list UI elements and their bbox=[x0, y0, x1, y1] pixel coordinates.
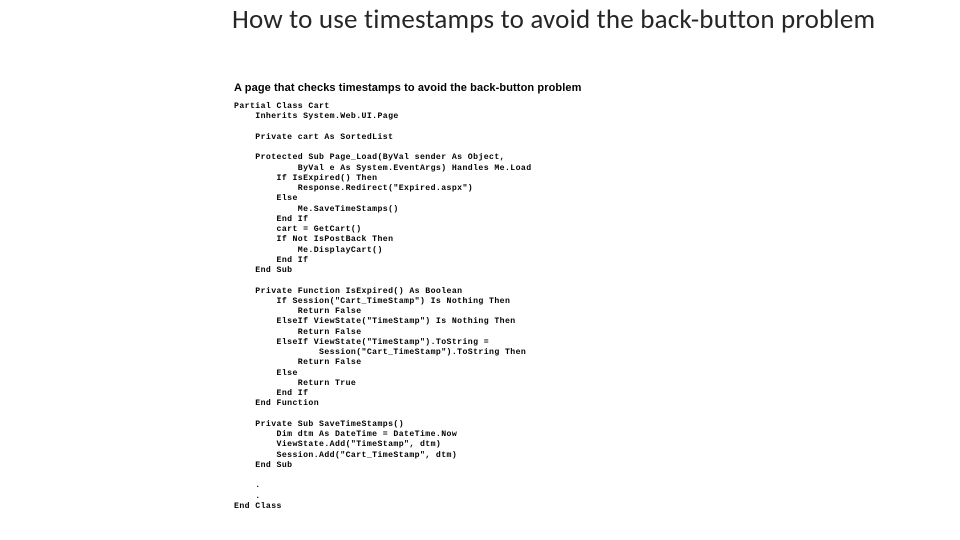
code-block: Partial Class Cart Inherits System.Web.U… bbox=[234, 102, 664, 512]
slide-title: How to use timestamps to avoid the back-… bbox=[232, 4, 875, 36]
page-caption: A page that checks timestamps to avoid t… bbox=[234, 82, 664, 94]
code-image: A page that checks timestamps to avoid t… bbox=[234, 82, 664, 512]
